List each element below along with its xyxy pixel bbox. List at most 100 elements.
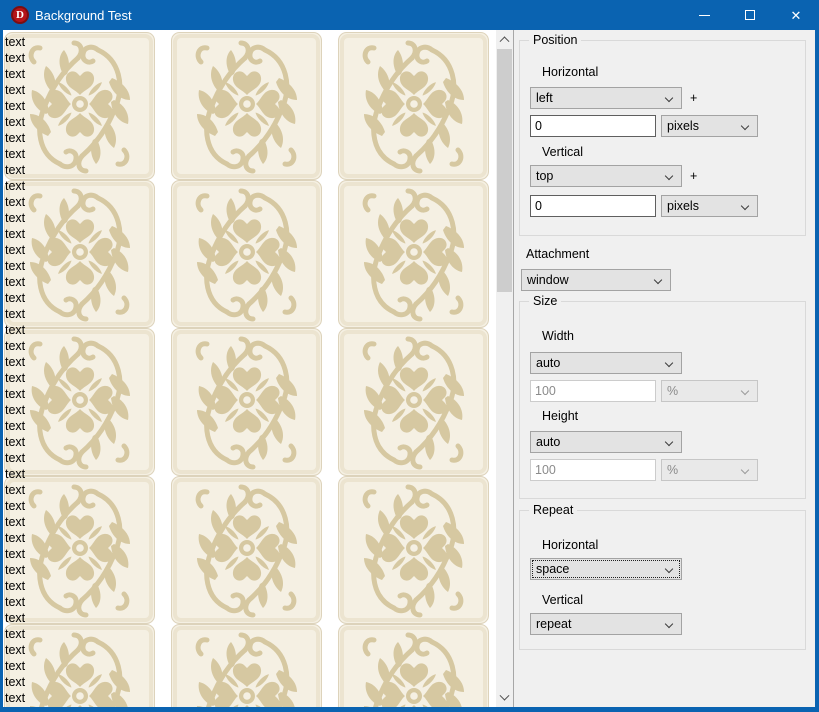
tile-column — [171, 32, 322, 707]
floral-tile-image — [171, 180, 322, 328]
repeat-group: Repeat Horizontal space Vertical repeat — [519, 510, 806, 650]
text-line: text — [5, 594, 25, 610]
text-line: text — [5, 370, 25, 386]
repeat-vertical-select[interactable]: repeat — [530, 613, 682, 635]
tile-column — [4, 32, 155, 707]
position-horizontal-unit-select[interactable]: pixels — [661, 115, 758, 137]
chevron-down-icon — [741, 387, 749, 395]
floral-tile-image — [171, 476, 322, 624]
size-width-label: Width — [542, 329, 574, 343]
text-line: text — [5, 386, 25, 402]
maximize-icon — [745, 10, 755, 20]
maximize-button[interactable] — [727, 0, 773, 30]
close-button[interactable]: ✕ — [773, 0, 819, 30]
attachment-label: Attachment — [526, 247, 589, 261]
size-width-unit-select[interactable]: % — [661, 380, 758, 402]
text-line: text — [5, 98, 25, 114]
text-line: text — [5, 642, 25, 658]
repeat-vertical-value: repeat — [536, 617, 571, 631]
tile-grid — [4, 32, 489, 707]
window-title: Background Test — [35, 8, 132, 23]
text-line: text — [5, 82, 25, 98]
close-icon: ✕ — [791, 9, 802, 22]
text-line: text — [5, 466, 25, 482]
size-height-label: Height — [542, 409, 578, 423]
floral-tile-image — [4, 32, 155, 180]
text-line: text — [5, 258, 25, 274]
text-line: text — [5, 130, 25, 146]
repeat-group-title: Repeat — [529, 503, 577, 517]
size-height-keyword-select[interactable]: auto — [530, 431, 682, 453]
minimize-button[interactable] — [681, 0, 727, 30]
text-line: text — [5, 498, 25, 514]
text-line: text — [5, 434, 25, 450]
text-line: text — [5, 274, 25, 290]
text-line: text — [5, 66, 25, 82]
position-vertical-keyword-select[interactable]: top — [530, 165, 682, 187]
scrollbar-thumb[interactable] — [497, 49, 512, 292]
text-line: text — [5, 354, 25, 370]
size-width-keyword-value: auto — [536, 356, 560, 370]
floral-tile-image — [4, 328, 155, 476]
floral-tile-image — [338, 328, 489, 476]
size-width-keyword-select[interactable]: auto — [530, 352, 682, 374]
position-group: Position Horizontal left + pixels Vertic… — [519, 40, 806, 236]
chevron-down-icon — [741, 122, 749, 130]
chevron-down-icon — [654, 276, 662, 284]
position-horizontal-label: Horizontal — [542, 65, 598, 79]
position-horizontal-offset-input[interactable] — [530, 115, 656, 137]
titlebar: D Background Test ✕ — [0, 0, 819, 30]
scroll-down-button[interactable] — [496, 690, 513, 707]
position-vertical-label: Vertical — [542, 145, 583, 159]
text-line: text — [5, 338, 25, 354]
text-line: text — [5, 482, 25, 498]
size-width-value-input[interactable] — [530, 380, 656, 402]
text-line: text — [5, 530, 25, 546]
text-line: text — [5, 690, 25, 706]
chevron-down-icon — [665, 565, 673, 573]
text-line: text — [5, 210, 25, 226]
scroll-up-button[interactable] — [496, 30, 513, 47]
text-line: text — [5, 306, 25, 322]
text-column: texttexttexttexttexttexttexttexttexttext… — [5, 34, 25, 706]
position-vertical-unit-select[interactable]: pixels — [661, 195, 758, 217]
size-height-keyword-value: auto — [536, 435, 560, 449]
text-line: text — [5, 546, 25, 562]
chevron-down-icon — [741, 202, 749, 210]
text-line: text — [5, 658, 25, 674]
repeat-horizontal-select[interactable]: space — [530, 558, 682, 580]
text-line: text — [5, 146, 25, 162]
text-line: text — [5, 418, 25, 434]
text-line: text — [5, 674, 25, 690]
position-vertical-offset-input[interactable] — [530, 195, 656, 217]
size-height-value-input[interactable] — [530, 459, 656, 481]
repeat-horizontal-label: Horizontal — [542, 538, 598, 552]
size-group: Size Width auto % Height auto — [519, 301, 806, 499]
floral-tile-image — [4, 624, 155, 707]
attachment-select[interactable]: window — [521, 269, 671, 291]
floral-tile-image — [338, 476, 489, 624]
floral-tile-image — [171, 624, 322, 707]
text-line: text — [5, 290, 25, 306]
text-line: text — [5, 226, 25, 242]
position-vertical-unit-value: pixels — [667, 199, 699, 213]
text-line: text — [5, 162, 25, 178]
text-line: text — [5, 34, 25, 50]
text-line: text — [5, 194, 25, 210]
text-line: text — [5, 626, 25, 642]
text-line: text — [5, 450, 25, 466]
chevron-down-icon — [665, 359, 673, 367]
size-height-unit-select[interactable]: % — [661, 459, 758, 481]
floral-tile-image — [4, 180, 155, 328]
size-width-unit-value: % — [667, 384, 678, 398]
floral-tile-image — [4, 476, 155, 624]
repeat-horizontal-value: space — [536, 562, 569, 576]
text-line: text — [5, 562, 25, 578]
text-line: text — [5, 514, 25, 530]
background-preview-area: texttexttexttexttexttexttexttexttexttext… — [3, 30, 496, 707]
position-horizontal-keyword-select[interactable]: left — [530, 87, 682, 109]
position-vertical-keyword-value: top — [536, 169, 553, 183]
text-line: text — [5, 178, 25, 194]
text-line: text — [5, 402, 25, 418]
vertical-scrollbar[interactable] — [496, 30, 513, 707]
